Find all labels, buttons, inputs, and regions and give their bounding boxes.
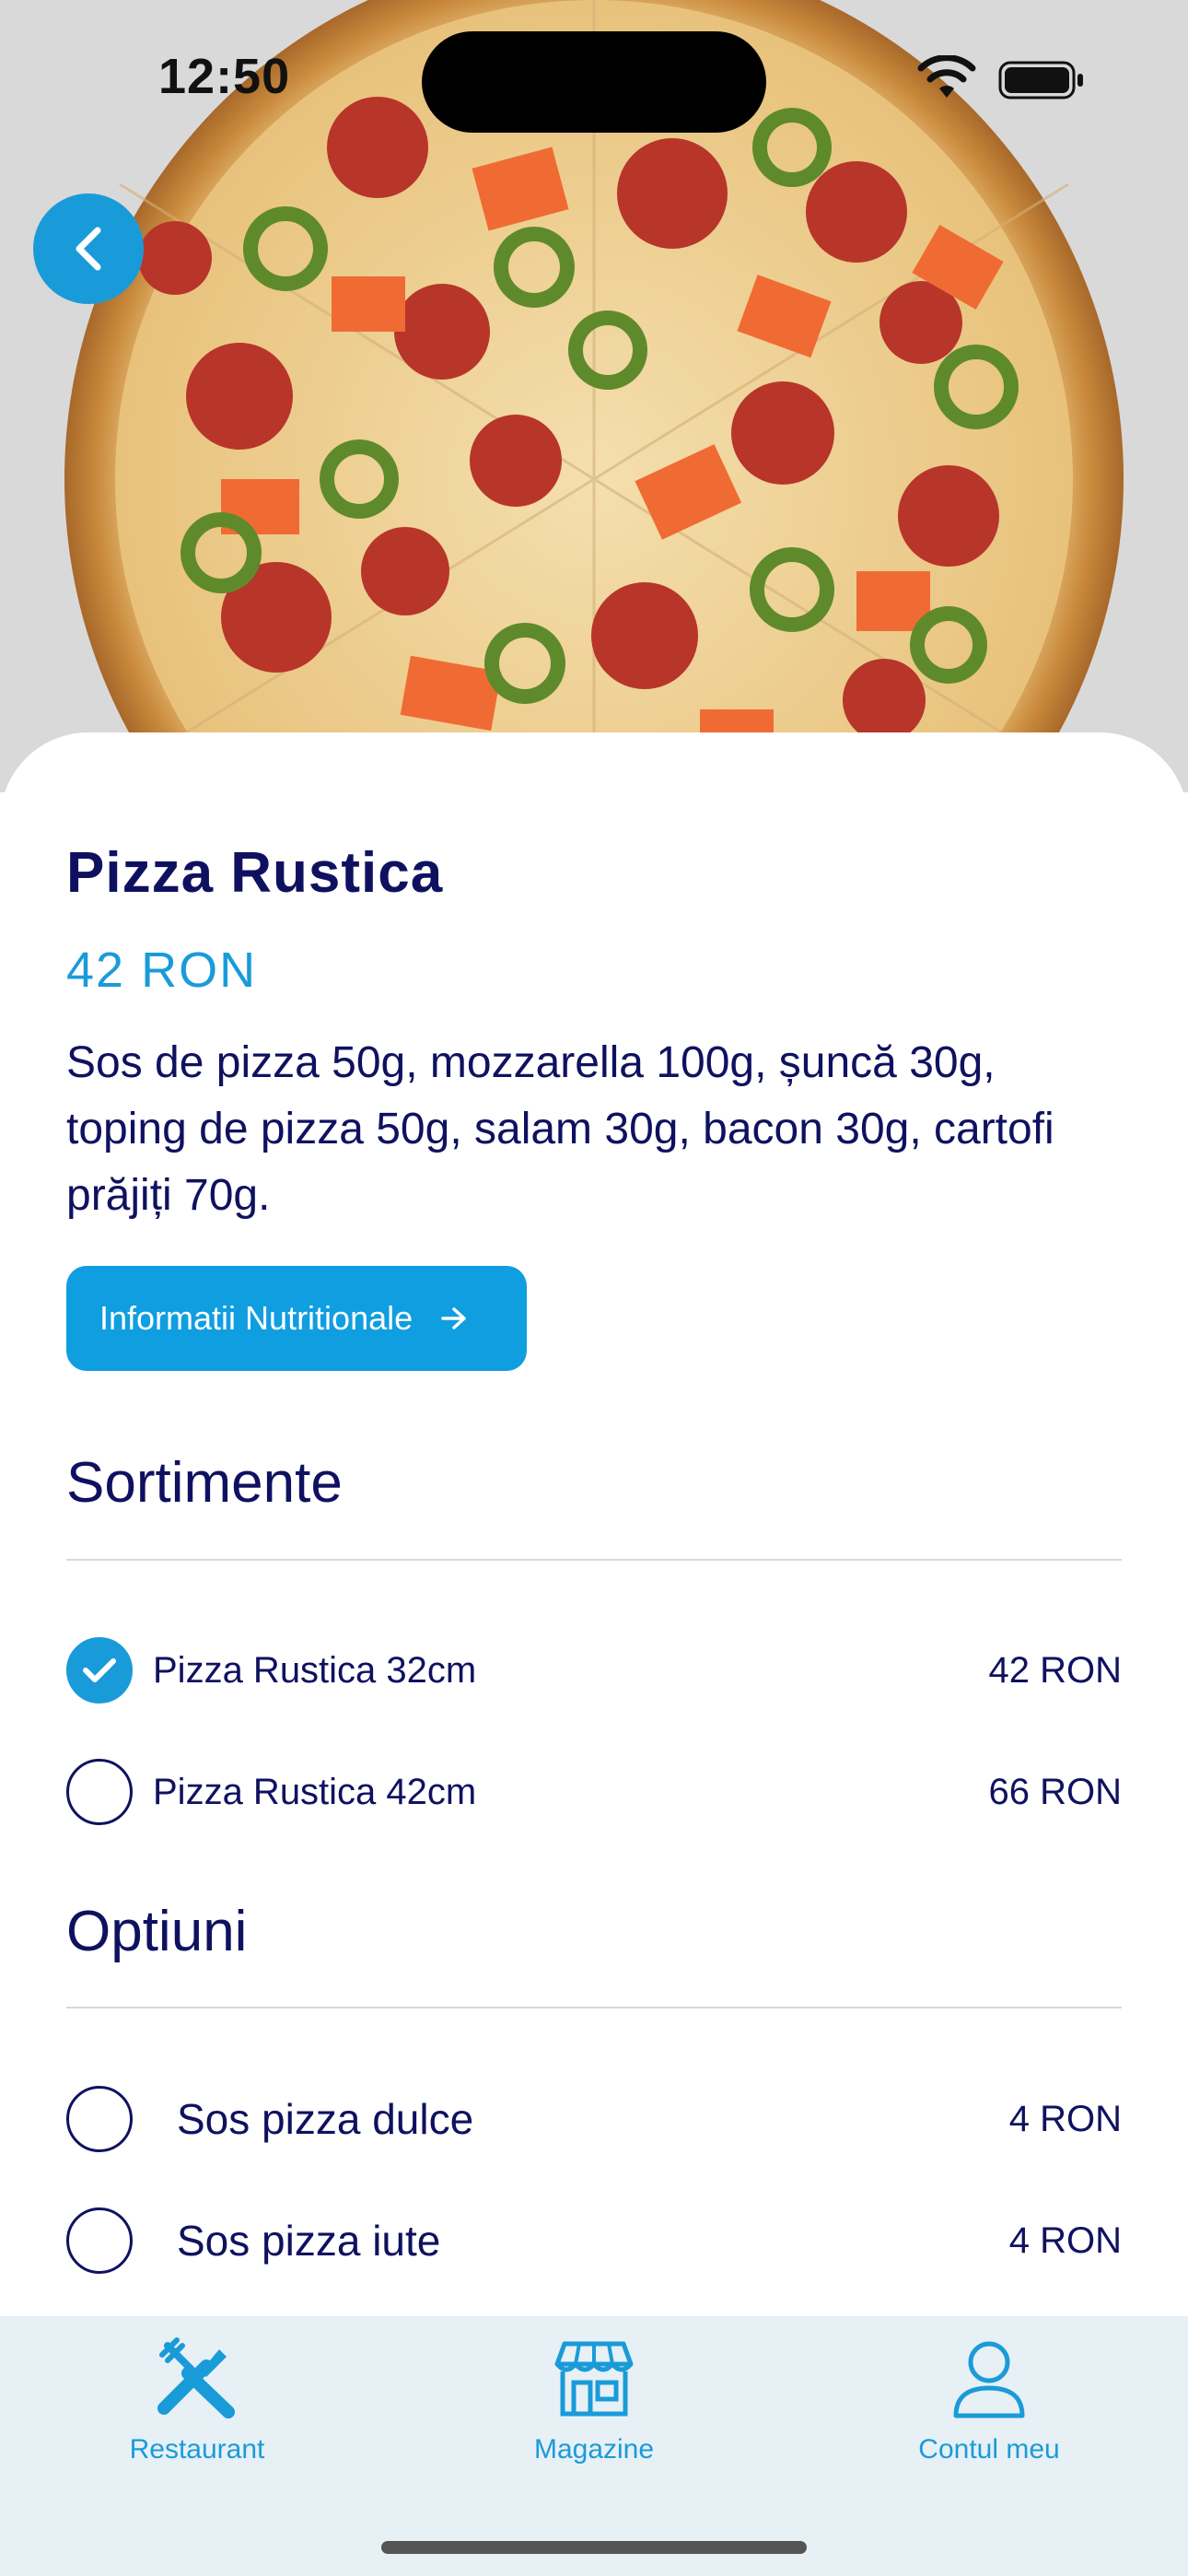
- nav-label: Restaurant: [129, 2434, 265, 2465]
- nav-label: Contul meu: [918, 2434, 1060, 2465]
- sortiment-label: Pizza Rustica 32cm: [153, 1649, 477, 1691]
- dynamic-island: [422, 31, 766, 133]
- nav-restaurant[interactable]: Restaurant: [59, 2336, 335, 2484]
- option-sos-pizza-iute[interactable]: Sos pizza iute 4 RON: [66, 2207, 1122, 2274]
- option-label: Sos pizza iute: [177, 2217, 441, 2265]
- radio-unchecked[interactable]: [66, 1759, 133, 1825]
- sortimente-title: Sortimente: [66, 1451, 343, 1515]
- radio-unchecked[interactable]: [66, 2207, 133, 2274]
- store-icon: [554, 2341, 634, 2417]
- divider: [66, 2007, 1122, 2008]
- nav-magazine[interactable]: Magazine: [456, 2336, 732, 2484]
- sortiment-option-32cm[interactable]: Pizza Rustica 32cm 42 RON: [66, 1637, 1122, 1704]
- option-label: Sos pizza dulce: [177, 2095, 474, 2143]
- nav-contul-meu[interactable]: Contul meu: [851, 2336, 1127, 2484]
- wifi-icon: [917, 55, 976, 98]
- back-button[interactable]: [33, 193, 144, 304]
- sortiment-price: 66 RON: [988, 1771, 1123, 1812]
- product-title: Pizza Rustica: [66, 841, 444, 905]
- nutrition-info-button[interactable]: Informatii Nutritionale: [66, 1266, 527, 1371]
- home-indicator: [381, 2541, 807, 2554]
- divider: [66, 1559, 1122, 1561]
- product-description: Sos de pizza 50g, mozzarella 100g, șuncă…: [66, 1038, 1054, 1220]
- check-icon: [83, 1658, 116, 1682]
- fork-knife-icon: [157, 2337, 235, 2418]
- battery-icon: [998, 61, 1083, 100]
- user-icon: [953, 2341, 1025, 2418]
- arrow-right-icon: [440, 1306, 468, 1330]
- chevron-left-icon: [76, 227, 101, 271]
- sortiment-option-42cm[interactable]: Pizza Rustica 42cm 66 RON: [66, 1759, 1122, 1825]
- sortiment-label: Pizza Rustica 42cm: [153, 1771, 477, 1812]
- option-price: 4 RON: [1008, 2219, 1122, 2261]
- option-price: 4 RON: [1008, 2098, 1122, 2139]
- option-sos-pizza-dulce[interactable]: Sos pizza dulce 4 RON: [66, 2086, 1122, 2152]
- radio-unchecked[interactable]: [66, 2086, 133, 2152]
- nutrition-info-label: Informatii Nutritionale: [99, 1299, 413, 1337]
- optiuni-title: Optiuni: [66, 1900, 248, 1963]
- product-price: 42 RON: [66, 943, 258, 998]
- status-time: 12:50: [158, 49, 291, 104]
- sortiment-price: 42 RON: [988, 1649, 1123, 1691]
- nav-label: Magazine: [533, 2434, 655, 2465]
- radio-checked[interactable]: [66, 1637, 133, 1704]
